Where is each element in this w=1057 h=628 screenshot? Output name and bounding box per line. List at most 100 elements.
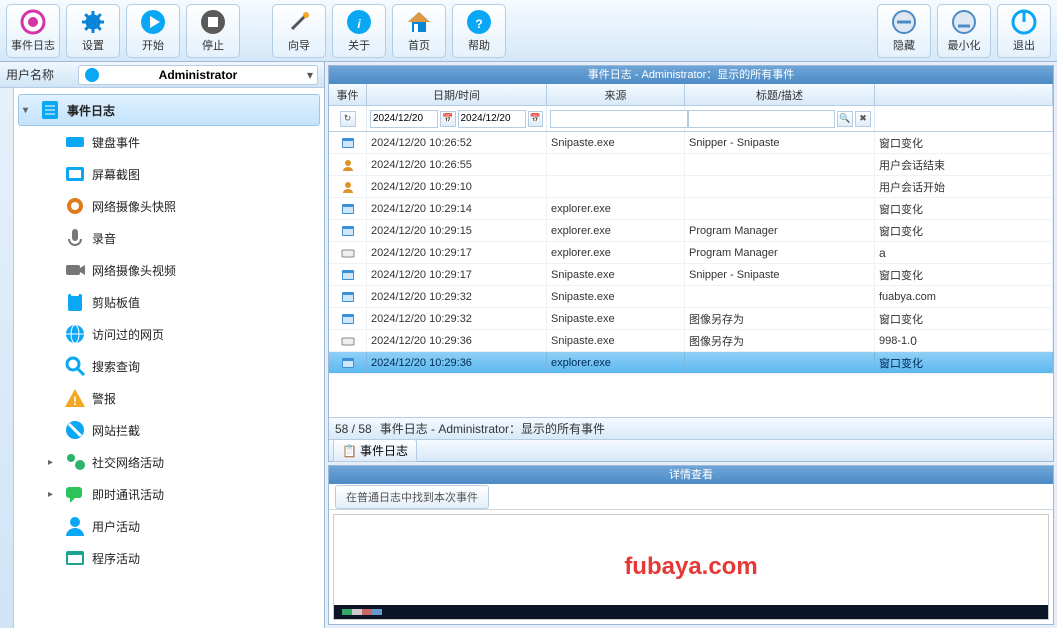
table-row[interactable]: 2024/12/20 10:26:55 用户会话结束 [329,154,1053,176]
cell-title: Program Manager [685,220,875,241]
side-tab[interactable] [0,88,14,628]
table-row[interactable]: 2024/12/20 10:29:17 Snipaste.exe Snipper… [329,264,1053,286]
table-row[interactable]: 2024/12/20 10:29:10 用户会话开始 [329,176,1053,198]
cell-source: explorer.exe [547,220,685,241]
cell-title: Program Manager [685,242,875,263]
tree-item-label: 剪贴板值 [92,294,140,311]
tree-item-user-activity[interactable]: 用户活动 [18,510,320,542]
tree-item-label: 社交网络活动 [92,454,164,471]
filter-source-input[interactable] [550,110,688,128]
video-icon [64,259,86,281]
tree-item-webcam-video[interactable]: 网络摄像头视频 [18,254,320,286]
col-desc[interactable] [875,84,1053,105]
user-icon [85,68,99,82]
tree-item-screenshots[interactable]: 屏幕截图 [18,158,320,190]
user-name: Administrator [159,68,238,82]
event-log-button[interactable]: 事件日志 [6,4,60,58]
tab-icon: 📋 [342,444,357,458]
tree-item-label: 搜索查询 [92,358,140,375]
table-row[interactable]: 2024/12/20 10:29:14 explorer.exe 窗口变化 [329,198,1053,220]
table-row[interactable]: 2024/12/20 10:29:36 Snipaste.exe 图像另存为 9… [329,330,1053,352]
status-text: 事件日志 - Administrator：显示的所有事件 [380,420,605,437]
tree-item-keyboard-events[interactable]: 键盘事件 [18,126,320,158]
cell-icon [329,154,367,175]
screenshot-preview[interactable]: fubaya.com [333,514,1049,620]
calendar-icon[interactable]: 📅 [440,111,456,127]
expand-icon: ▸ [48,457,58,468]
block-icon [64,419,86,441]
col-datetime[interactable]: 日期/时间 [367,84,547,105]
search-icon[interactable]: 🔍 [837,111,853,127]
tree-item-visited-pages[interactable]: 访问过的网页 [18,318,320,350]
table-row[interactable]: 2024/12/20 10:29:36 explorer.exe 窗口变化 [329,352,1053,374]
stop-icon [200,9,226,35]
tree-item-clipboard[interactable]: 剪贴板值 [18,286,320,318]
collapse-icon: ▾ [23,105,33,116]
start-button[interactable]: 开始 [126,4,180,58]
cell-desc: 窗口变化 [875,352,1053,373]
cell-desc: 998-1.0 [875,330,1053,351]
minimize-button[interactable]: 最小化 [937,4,991,58]
wizard-button[interactable]: 向导 [272,4,326,58]
warning-icon: ! [64,387,86,409]
exit-button[interactable]: 退出 [997,4,1051,58]
cell-source: Snipaste.exe [547,286,685,307]
col-title[interactable]: 标题/描述 [685,84,875,105]
user-label: 用户名称 [0,66,78,83]
cell-datetime: 2024/12/20 10:29:36 [367,352,547,373]
table-row[interactable]: 2024/12/20 10:29:15 explorer.exe Program… [329,220,1053,242]
refresh-icon[interactable]: ↻ [340,111,356,127]
detail-toolbar: 在普通日志中找到本次事件 [329,484,1053,510]
table-row[interactable]: 2024/12/20 10:29:32 Snipaste.exe fuabya.… [329,286,1053,308]
tree-item-im-activity[interactable]: ▸即时通讯活动 [18,478,320,510]
min-icon [951,9,977,35]
cell-source: explorer.exe [547,198,685,219]
tree-item-recordings[interactable]: 录音 [18,222,320,254]
col-event[interactable]: 事件 [329,84,367,105]
social-icon [64,451,86,473]
table-row[interactable]: 2024/12/20 10:26:52 Snipaste.exe Snipper… [329,132,1053,154]
tree-item-social-activity[interactable]: ▸ 社交网络活动 [18,446,320,478]
tree-item-alerts[interactable]: !警报 [18,382,320,414]
keyboard-icon [64,131,86,153]
table-row[interactable]: 2024/12/20 10:29:32 Snipaste.exe 图像另存为 窗… [329,308,1053,330]
tab-event-log[interactable]: 📋 事件日志 [333,439,417,462]
clear-icon[interactable]: ✖ [855,111,871,127]
find-in-log-button[interactable]: 在普通日志中找到本次事件 [335,485,489,509]
date-from-input[interactable] [370,110,438,128]
left-panel: 用户名称 Administrator ▾ ▾ 事件日志键盘事件屏幕截图网络摄像头快… [0,62,325,628]
tree-root-label: 事件日志 [67,102,115,119]
home-button[interactable]: 首页 [392,4,446,58]
stop-button[interactable]: 停止 [186,4,240,58]
grid-body[interactable]: 2024/12/20 10:26:52 Snipaste.exe Snipper… [329,132,1053,417]
search-icon [64,355,86,377]
button-label: 帮助 [468,37,490,53]
calendar-icon[interactable]: 📅 [528,111,544,127]
help-button[interactable]: ?帮助 [452,4,506,58]
cell-icon [329,242,367,263]
cell-source [547,176,685,197]
table-row[interactable]: 2024/12/20 10:29:17 explorer.exe Program… [329,242,1053,264]
about-button[interactable]: i关于 [332,4,386,58]
tree-item-site-blocking[interactable]: 网站拦截 [18,414,320,446]
tree-item-label: 访问过的网页 [92,326,164,343]
right-panel: 事件日志 - Administrator：显示的所有事件 事件 日期/时间 来源… [325,62,1057,628]
tree-item-program-activity[interactable]: 程序活动 [18,542,320,574]
settings-button[interactable]: 设置 [66,4,120,58]
home-icon [406,9,432,35]
hide-button[interactable]: 隐藏 [877,4,931,58]
date-to-input[interactable] [458,110,526,128]
cell-title: Snipper - Snipaste [685,264,875,285]
button-label: 关于 [348,37,370,53]
cell-source: Snipaste.exe [547,330,685,351]
tree-root[interactable]: ▾ 事件日志 [18,94,320,126]
user-select[interactable]: Administrator ▾ [78,65,318,85]
cell-datetime: 2024/12/20 10:29:32 [367,308,547,329]
col-source[interactable]: 来源 [547,84,685,105]
tree-item-search-queries[interactable]: 搜索查询 [18,350,320,382]
filter-title-input[interactable] [688,110,835,128]
cell-title: 图像另存为 [685,308,875,329]
globe-icon [64,323,86,345]
tree-item-webcam-snapshots[interactable]: 网络摄像头快照 [18,190,320,222]
cell-datetime: 2024/12/20 10:29:17 [367,264,547,285]
